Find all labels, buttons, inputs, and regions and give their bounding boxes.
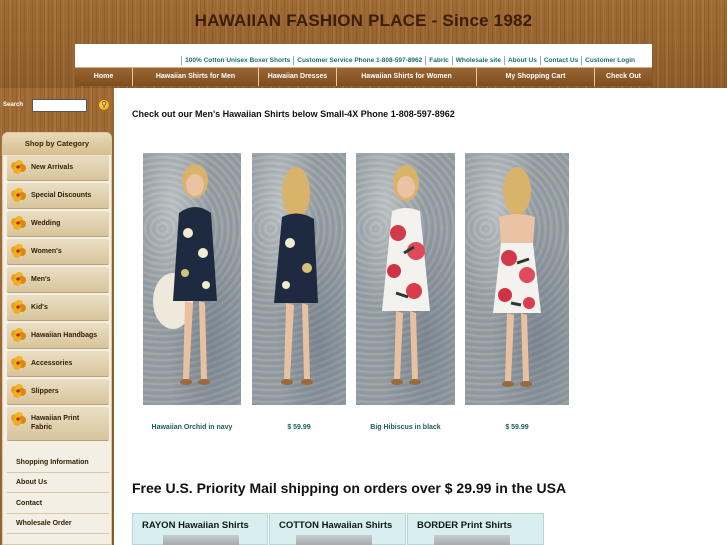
product-price-hibiscus[interactable]: $ 59.99 — [465, 424, 569, 431]
top-links: 100% Cotton Unisex Boxer Shorts Customer… — [181, 56, 638, 65]
category-box-thumbnail — [296, 535, 372, 545]
product-caption-hibiscus[interactable]: Big Hibiscus in black — [356, 424, 455, 431]
hibiscus-icon — [9, 355, 29, 372]
hibiscus-icon — [9, 243, 29, 260]
site-title: HAWAIIAN FASHION PLACE - Since 1982 — [194, 11, 533, 30]
product-price-orchid[interactable]: $ 59.99 — [252, 424, 346, 431]
search-magnifier-icon[interactable]: ⚲ — [98, 99, 110, 111]
info-link-shopping-information[interactable]: Shopping Information — [7, 453, 109, 473]
hibiscus-icon — [9, 271, 29, 288]
top-link-boxer-shorts[interactable]: 100% Cotton Unisex Boxer Shorts — [181, 56, 293, 65]
nav-shirts-women[interactable]: Hawaiian Shirts for Women — [337, 68, 477, 86]
category-label: Slippers — [31, 388, 59, 395]
hibiscus-icon — [9, 327, 29, 344]
category-panel-title: Shop by Category — [3, 133, 111, 155]
product-photo-hibiscus-black-front[interactable] — [356, 153, 455, 405]
product-caption-orchid[interactable]: Hawaiian Orchid in navy — [143, 424, 241, 431]
category-label: Hawaiian Print Fabric — [31, 415, 80, 431]
search-input[interactable] — [32, 99, 87, 112]
category-box-thumbnail — [163, 535, 239, 545]
category-box-thumbnail — [434, 535, 510, 545]
top-link-about-us[interactable]: About Us — [503, 56, 540, 65]
category-mens[interactable]: Men's — [7, 267, 109, 293]
hibiscus-icon — [9, 159, 29, 176]
category-box-rayon[interactable]: RAYON Hawaiian Shirts — [132, 513, 268, 545]
nav-dresses[interactable]: Hawaiian Dresses — [259, 68, 337, 86]
category-box-title: RAYON Hawaiian Shirts — [142, 520, 249, 531]
info-link-wholesale-order[interactable]: Wholesale Order — [7, 514, 109, 534]
nav-check-out[interactable]: Check Out — [595, 68, 652, 86]
main-nav: Home Hawaiian Shirts for Men Hawaiian Dr… — [75, 68, 652, 86]
category-label: Men's — [31, 276, 51, 283]
free-shipping-banner: Free U.S. Priority Mail shipping on orde… — [132, 480, 567, 496]
category-new-arrivals[interactable]: New Arrivals — [7, 155, 109, 181]
category-panel: Shop by Category New Arrivals Special Di… — [2, 132, 112, 545]
category-print-fabric[interactable]: Hawaiian Print Fabric — [7, 407, 109, 441]
site-header: HAWAIIAN FASHION PLACE - Since 1982 100%… — [0, 0, 727, 88]
category-box-cotton[interactable]: COTTON Hawaiian Shirts — [269, 513, 406, 545]
sidebar: Search ⚲ Shop by Category New Arrivals S… — [0, 88, 114, 545]
category-label: Kid's — [31, 304, 48, 311]
category-wedding[interactable]: Wedding — [7, 211, 109, 237]
category-box-border-print[interactable]: BORDER Print Shirts — [407, 513, 544, 545]
category-special-discounts[interactable]: Special Discounts — [7, 183, 109, 209]
hibiscus-icon — [9, 383, 29, 400]
category-kids[interactable]: Kid's — [7, 295, 109, 321]
product-photo-orchid-navy-front[interactable] — [143, 153, 241, 405]
category-slippers[interactable]: Slippers — [7, 379, 109, 405]
nav-shirts-men[interactable]: Hawaiian Shirts for Men — [133, 68, 259, 86]
top-links-bar: 100% Cotton Unisex Boxer Shorts Customer… — [75, 44, 652, 68]
hibiscus-icon — [9, 187, 29, 204]
category-label: Special Discounts — [31, 192, 92, 199]
main-content: Check out our Men's Hawaiian Shirts belo… — [114, 88, 727, 545]
intro-text: Check out our Men's Hawaiian Shirts belo… — [132, 109, 455, 119]
hibiscus-icon — [9, 299, 29, 316]
hibiscus-icon — [9, 215, 29, 232]
category-label: Accessories — [31, 360, 73, 367]
category-label: New Arrivals — [31, 164, 74, 171]
hibiscus-icon — [9, 412, 29, 428]
category-womens[interactable]: Women's — [7, 239, 109, 265]
top-link-contact-us[interactable]: Contact Us — [539, 56, 581, 65]
top-link-customer-service[interactable]: Customer Service Phone 1-808-597-8962 — [293, 56, 425, 65]
product-photo-orchid-navy-back[interactable] — [252, 153, 346, 405]
product-photo-hibiscus-black-back[interactable] — [465, 153, 569, 405]
top-link-fabric[interactable]: Fabric — [425, 56, 452, 65]
search-label: Search — [3, 102, 24, 108]
top-link-customer-login[interactable]: Customer Login — [581, 56, 638, 65]
category-label: Hawaiian Handbags — [31, 332, 98, 339]
info-link-about-us[interactable]: About Us — [7, 473, 109, 493]
top-link-wholesale[interactable]: Wholesale site — [451, 56, 504, 65]
category-handbags[interactable]: Hawaiian Handbags — [7, 323, 109, 349]
nav-home[interactable]: Home — [75, 68, 133, 86]
category-box-title: BORDER Print Shirts — [417, 520, 513, 531]
category-accessories[interactable]: Accessories — [7, 351, 109, 377]
category-label: Wedding — [31, 220, 61, 227]
nav-shopping-cart[interactable]: My Shopping Cart — [477, 68, 595, 86]
info-link-contact[interactable]: Contact — [7, 494, 109, 514]
category-label: Women's — [31, 248, 62, 255]
category-box-title: COTTON Hawaiian Shirts — [279, 520, 393, 531]
